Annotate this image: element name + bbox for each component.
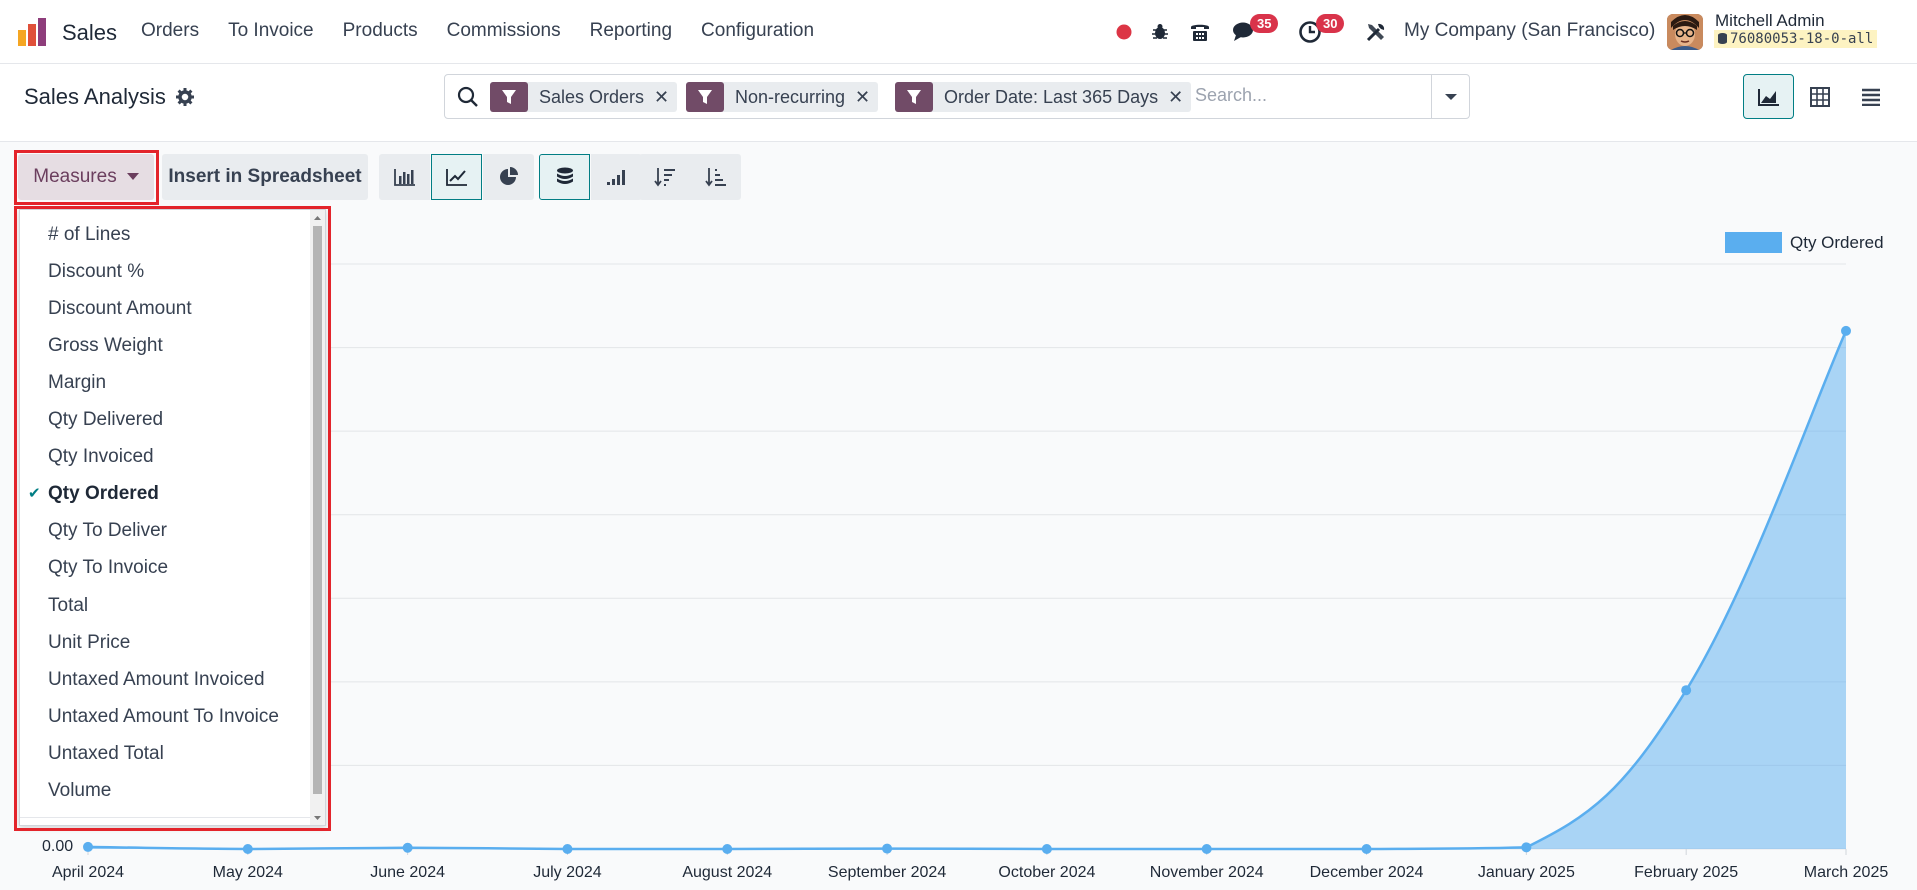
data-point[interactable]	[83, 841, 93, 852]
x-tick-label: August 2024	[682, 864, 773, 881]
x-tick-label: September 2024	[827, 864, 947, 881]
view-list-button[interactable]	[1845, 74, 1896, 119]
messages-badge: 35	[1250, 14, 1279, 33]
data-point[interactable]	[722, 844, 733, 854]
stack-icon	[556, 167, 573, 184]
area-chart-icon	[1757, 88, 1779, 106]
database-name: 76080053-18-0-all	[1714, 30, 1878, 48]
gear-icon[interactable]	[175, 88, 194, 106]
menu-orders[interactable]: Orders	[141, 20, 199, 42]
pivot-table-icon	[1809, 86, 1830, 107]
data-point[interactable]	[1681, 685, 1692, 696]
series-area	[88, 330, 1846, 849]
stacked-button[interactable]	[539, 154, 590, 200]
facet-label: Non-recurring	[735, 86, 846, 107]
data-point[interactable]	[562, 844, 573, 854]
measures-highlight-box	[14, 150, 159, 205]
search-icon	[457, 86, 478, 107]
x-tick-label: April 2024	[51, 864, 125, 881]
data-point[interactable]	[882, 843, 893, 854]
facet-sales-orders: Sales Orders ✕	[490, 82, 678, 112]
x-tick-label: July 2024	[533, 864, 602, 881]
facet-label: Order Date: Last 365 Days	[944, 86, 1159, 107]
sort-ascending-icon	[704, 168, 726, 187]
cumulative-icon	[606, 170, 625, 185]
data-point[interactable]	[1041, 844, 1052, 854]
tools-icon[interactable]	[1364, 20, 1388, 44]
menu-to-invoice[interactable]: To Invoice	[228, 20, 314, 42]
pie-chart-icon	[499, 167, 518, 185]
activities-badge: 30	[1316, 14, 1345, 33]
cumulative-button[interactable]	[591, 154, 642, 200]
debug-bug-icon[interactable]	[1148, 20, 1172, 44]
search-options-toggle[interactable]	[1431, 75, 1469, 118]
caret-down-icon	[1444, 93, 1457, 100]
insert-spreadsheet-button[interactable]: Insert in Spreadsheet	[162, 154, 368, 200]
sort-descending-button[interactable]	[639, 154, 690, 200]
data-point[interactable]	[1361, 844, 1372, 854]
filter-icon	[895, 82, 933, 112]
facet-remove-button[interactable]: ✕	[1168, 87, 1191, 108]
x-tick-label: December 2024	[1309, 864, 1424, 881]
facet-remove-button[interactable]: ✕	[654, 87, 677, 108]
chart-legend[interactable]: Qty Ordered	[1725, 232, 1884, 253]
view-pivot-button[interactable]	[1794, 74, 1845, 119]
menu-commissions[interactable]: Commissions	[447, 20, 561, 42]
x-tick-label: November 2024	[1149, 864, 1264, 881]
x-tick-label: January 2025	[1477, 864, 1575, 881]
app-name[interactable]: Sales	[62, 20, 117, 46]
search-bar: Sales Orders ✕ Non-recurring ✕ Order Dat…	[444, 74, 1470, 119]
phone-icon[interactable]	[1188, 20, 1212, 44]
line-chart-icon	[445, 169, 467, 186]
filter-icon	[490, 82, 528, 112]
company-switcher[interactable]: My Company (San Francisco)	[1404, 20, 1655, 42]
data-point[interactable]	[1201, 844, 1212, 854]
user-name[interactable]: Mitchell Admin	[1715, 11, 1825, 31]
filter-icon	[686, 82, 724, 112]
menu-reporting[interactable]: Reporting	[590, 20, 672, 42]
x-tick-label: March 2025	[1803, 864, 1889, 881]
pie-chart-button[interactable]	[483, 154, 534, 200]
facet-remove-button[interactable]: ✕	[855, 87, 878, 108]
data-point[interactable]	[242, 844, 253, 854]
x-tick-label: June 2024	[370, 864, 445, 881]
menu-products[interactable]: Products	[343, 20, 418, 42]
x-tick-label: October 2024	[998, 864, 1096, 881]
y-tick-label: 0.00	[42, 838, 74, 855]
x-tick-label: May 2024	[212, 864, 283, 881]
menu-configuration[interactable]: Configuration	[701, 20, 814, 42]
line-chart-button[interactable]	[431, 154, 482, 200]
search-input[interactable]	[1195, 85, 1435, 106]
view-graph-button[interactable]	[1743, 74, 1794, 119]
legend-label: Qty Ordered	[1790, 232, 1884, 252]
list-icon	[1861, 88, 1880, 106]
sales-app-icon[interactable]	[16, 16, 48, 48]
sort-ascending-button[interactable]	[690, 154, 741, 200]
x-tick-label: February 2025	[1634, 864, 1739, 881]
data-point[interactable]	[1521, 842, 1532, 853]
facet-label: Sales Orders	[539, 86, 645, 107]
dropdown-highlight-box	[14, 206, 331, 831]
series-line	[87, 330, 1848, 851]
facet-non-recurring: Non-recurring ✕	[686, 82, 879, 112]
facet-order-date: Order Date: Last 365 Days ✕	[895, 82, 1192, 112]
user-avatar[interactable]	[1667, 14, 1703, 50]
bar-chart-button[interactable]	[379, 154, 430, 200]
legend-swatch	[1725, 232, 1782, 253]
data-point[interactable]	[402, 842, 413, 853]
page-title: Sales Analysis	[24, 84, 166, 109]
breadcrumb: Sales Analysis	[24, 84, 194, 110]
database-icon	[1718, 33, 1727, 44]
bar-chart-icon	[393, 169, 415, 186]
sort-descending-icon	[653, 168, 675, 187]
recording-dot-icon[interactable]	[1112, 20, 1136, 44]
data-point[interactable]	[1841, 325, 1851, 336]
control-panel: Sales Analysis Sales Orders ✕ Non-recurr…	[0, 64, 1917, 142]
top-navbar: Sales Orders To Invoice Products Commiss…	[0, 0, 1917, 64]
database-name-text: 76080053-18-0-all	[1730, 31, 1874, 47]
main-menu: Orders To Invoice Products Commissions R…	[141, 20, 843, 42]
